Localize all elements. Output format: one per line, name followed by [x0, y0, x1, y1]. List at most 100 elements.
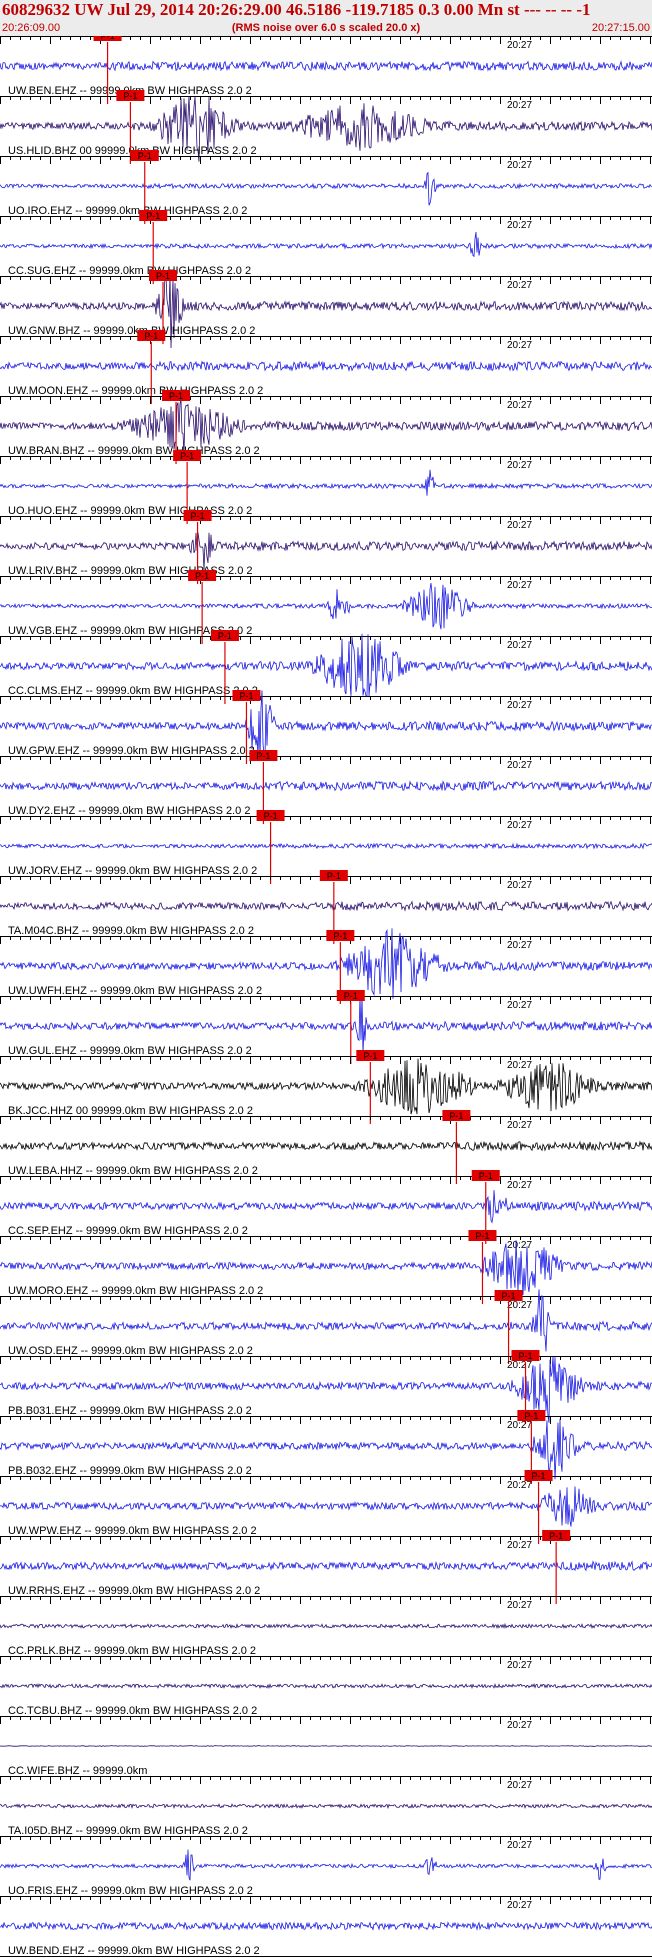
trace-row: 20:27 UW.MORO.EHZ -- 99999.0km BW HIGHPAS…	[0, 1230, 652, 1304]
pick-label: P-1	[256, 751, 270, 761]
time-label: 20:27	[507, 340, 532, 351]
station-label: CC.PRLK.BHZ -- 99999.0km BW HIGHPASS 2.0…	[8, 1645, 256, 1657]
pick-label: P-1	[146, 211, 160, 221]
waveform	[0, 1140, 652, 1152]
pick-label: P-1	[101, 36, 115, 41]
trace-row: 20:27 CC.PRLK.BHZ -- 99999.0km BW HIGHPAS…	[0, 1596, 652, 1657]
pick-label: P-1	[169, 391, 183, 401]
waveform	[0, 900, 652, 912]
time-label: 20:27	[507, 1540, 532, 1551]
pick-label: P-1	[138, 151, 152, 161]
pick-label: P-1	[524, 1411, 538, 1421]
waveform	[0, 171, 652, 206]
time-label: 20:27	[507, 1900, 532, 1911]
trace-row: 20:27 UO.FRIS.EHZ -- 99999.0km BW HIGHPAS…	[0, 1836, 652, 1897]
pick-label: P-1	[144, 331, 158, 341]
trace-row: 20:27 UW.LEBA.HHZ -- 99999.0km BW HIGHPAS…	[0, 1110, 652, 1184]
time-label: 20:27	[507, 760, 532, 771]
trace-row: 20:27 TA.M04C.BHZ -- 99999.0km BW HIGHPAS…	[0, 870, 652, 944]
waveform	[0, 360, 652, 372]
station-label: UO.HUO.EHZ -- 99999.0km BW HIGHPASS 2.0 …	[8, 505, 252, 517]
time-label: 20:27	[507, 460, 532, 471]
station-label: CC.WIFE.BHZ -- 99999.0km	[8, 1765, 147, 1777]
station-label: UW.DY2.EHZ -- 99999.0km BW HIGHPASS 2.0 …	[8, 805, 250, 817]
station-label: UO.IRO.EHZ -- 99999.0km BW HIGHPASS 2.0 …	[8, 205, 247, 217]
waveform	[0, 231, 652, 258]
time-label: 20:27	[507, 1600, 532, 1611]
waveform	[0, 1921, 652, 1931]
waveform	[0, 1849, 652, 1881]
trace-row: 20:27 UW.MOON.EHZ -- 99999.0km BW HIGHPAS…	[0, 330, 652, 404]
trace-row: 20:27 PB.B031.EHZ -- 99999.0km BW HIGHPAS…	[0, 1350, 652, 1424]
time-label: 20:27	[507, 400, 532, 411]
trace-row: 20:27 UW.GPW.EHZ -- 99999.0km BW HIGHPASS…	[0, 690, 652, 764]
waveform	[0, 1622, 652, 1630]
pick-label: P-1	[239, 691, 253, 701]
pick-label: P-1	[479, 1171, 493, 1181]
time-label: 20:27	[507, 1060, 532, 1071]
trace-row: 20:27 CC.SUG.EHZ -- 99999.0km BW HIGHPASS…	[0, 210, 652, 284]
trace-row: 20:27 BK.JCC.HHZ 00 99999.0km BW HIGHPASS…	[0, 1050, 652, 1124]
station-label: UW.OSD.EHZ -- 99999.0km BW HIGHPASS 2.0 …	[8, 1345, 253, 1357]
time-label: 20:27	[507, 700, 532, 711]
station-label: UW.MOON.EHZ -- 99999.0km BW HIGHPASS 2.0…	[8, 385, 263, 397]
trace-row: 20:27UW.LRIV.BHZ -- 99999.0km BW HIGHPAS…	[0, 510, 652, 584]
trace-row: 20:27 CC.CLMS.EHZ -- 99999.0km BW HIGHPAS…	[0, 630, 652, 704]
pick-label: P-1	[475, 1231, 489, 1241]
station-label: UW.LEBA.HHZ -- 99999.0km BW HIGHPASS 2.0…	[8, 1165, 258, 1177]
station-label: CC.TCBU.BHZ -- 99999.0km BW HIGHPASS 2.0…	[8, 1705, 257, 1717]
station-label: UW.UWFH.EHZ -- 99999.0km BW HIGHPASS 2.0…	[8, 985, 262, 997]
waveform	[0, 1486, 652, 1527]
waveform	[0, 780, 652, 792]
time-label: 20:27	[507, 1480, 532, 1491]
time-label: 20:27	[507, 1300, 532, 1311]
station-label: PB.B032.EHZ -- 99999.0km BW HIGHPASS 2.0…	[8, 1465, 252, 1477]
time-label: 20:27	[507, 160, 532, 171]
time-label: 20:27	[507, 220, 532, 231]
station-label: UW.MORO.EHZ -- 99999.0km BW HIGHPASS 2.0…	[8, 1285, 263, 1297]
station-label: CC.CLMS.EHZ -- 99999.0km BW HIGHPASS 2.0…	[8, 685, 258, 697]
station-label: UW.BEND.EHZ -- 99999.0km BW HIGHPASS 2.0…	[8, 1945, 260, 1957]
time-label: 20:27	[507, 640, 532, 651]
time-label: 20:27	[507, 1360, 532, 1371]
trace-row: 20:27 UW.UWFH.EHZ -- 99999.0km BW HIGHPAS…	[0, 928, 652, 1004]
time-label: 20:27	[507, 580, 532, 591]
pick-label: P-1	[327, 871, 341, 881]
waveform	[0, 1682, 652, 1689]
trace-row: 20:27US.HLID.BHZ 00 99999.0km BW HIGHPAS…	[0, 90, 652, 164]
trace-row: 20:27UW.VGB.EHZ -- 99999.0km BW HIGHPASS…	[0, 570, 652, 644]
station-label: UW.WPW.EHZ -- 99999.0km BW HIGHPASS 2.0 …	[8, 1525, 257, 1537]
station-label: UW.BRAN.BHZ -- 99999.0km BW HIGHPASS 2.0…	[8, 445, 260, 457]
station-label: UW.GUL.EHZ -- 99999.0km BW HIGHPASS 2.0 …	[8, 1045, 252, 1057]
waveform	[0, 1803, 652, 1810]
trace-row: 20:27 CC.TCBU.BHZ -- 99999.0km BW HIGHPAS…	[0, 1656, 652, 1717]
time-label: 20:27	[507, 1840, 532, 1851]
trace-row: 20:27 UW.BRAN.BHZ -- 99999.0km BW HIGHPAS…	[0, 390, 652, 464]
pick-label: P-1	[449, 1111, 463, 1121]
waveform	[0, 582, 652, 630]
time-label: 20:27	[507, 1120, 532, 1131]
pick-label: P-1	[218, 631, 232, 641]
event-title: 60829632 UW Jul 29, 2014 20:26:29.00 46.…	[2, 0, 591, 19]
time-label: 20:27	[507, 1180, 532, 1191]
time-label: 20:27	[507, 820, 532, 831]
station-label: UW.JORV.EHZ -- 99999.0km BW HIGHPASS 2.0…	[8, 865, 257, 877]
pick-label: P-1	[264, 811, 278, 821]
trace-row: 20:27 UW.OSD.EHZ -- 99999.0km BW HIGHPASS…	[0, 1289, 652, 1364]
time-label: 20:27	[507, 280, 532, 291]
station-label: CC.SUG.EHZ -- 99999.0km BW HIGHPASS 2.0 …	[8, 265, 251, 277]
pick-label: P-1	[191, 511, 205, 521]
trace-row: 20:27 UW.GUL.EHZ -- 99999.0km BW HIGHPASS…	[0, 990, 652, 1064]
time-label: 20:27	[507, 940, 532, 951]
station-label: UW.GPW.EHZ -- 99999.0km BW HIGHPASS 2.0 …	[8, 745, 255, 757]
time-label: 20:27	[507, 1720, 532, 1731]
seismogram-plot: 20:27UW.BEN.EHZ -- 99999.0km BW HIGHPASS…	[0, 36, 652, 1957]
pick-label: P-1	[180, 451, 194, 461]
pick-label: P-1	[532, 1471, 546, 1481]
waveform	[0, 469, 652, 496]
pick-label: P-1	[156, 271, 170, 281]
pick-label: P-1	[502, 1291, 516, 1301]
waveform	[0, 1745, 652, 1747]
station-label: UW.GNW.BHZ -- 99999.0km BW HIGHPASS 2.0 …	[8, 325, 255, 337]
time-label: 20:27	[507, 1660, 532, 1671]
